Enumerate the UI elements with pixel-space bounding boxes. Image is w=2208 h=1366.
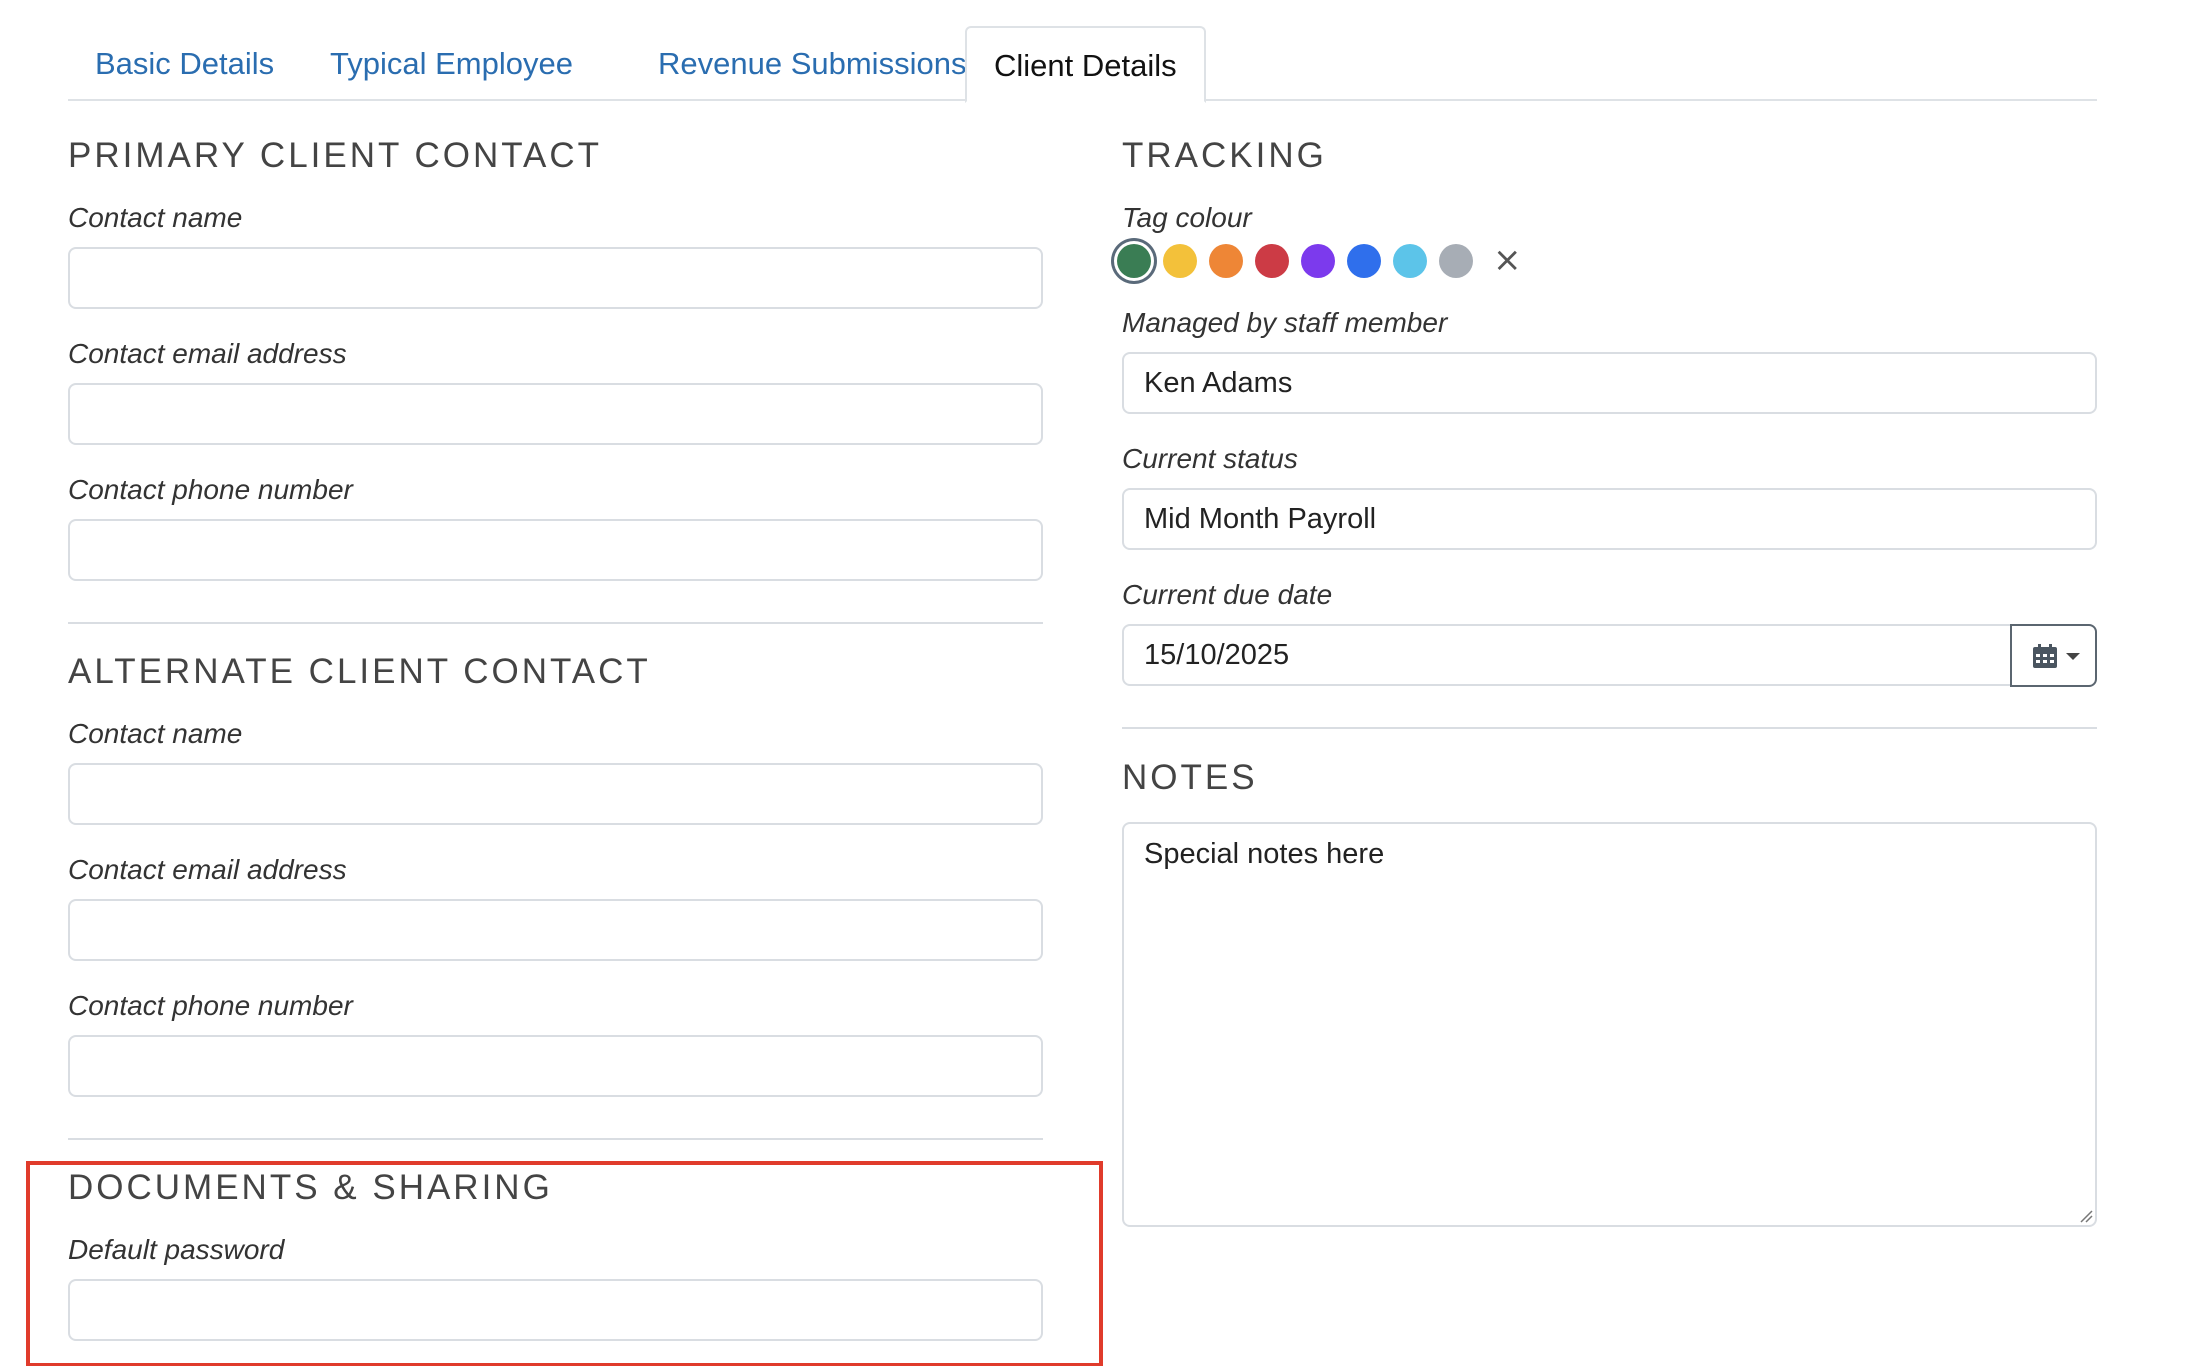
- current-status-input[interactable]: Mid Month Payroll: [1122, 488, 2097, 550]
- alternate-contact-name-input[interactable]: [68, 763, 1043, 825]
- tag-colour-label: Tag colour: [1122, 202, 1252, 233]
- primary-contact-email-input[interactable]: [68, 383, 1043, 445]
- alternate-contact-name-label: Contact name: [68, 718, 243, 749]
- primary-contact-phone-label: Contact phone number: [68, 474, 353, 505]
- primary-contact-email-label: Contact email address: [68, 338, 347, 369]
- alternate-contact-phone-label: Contact phone number: [68, 990, 353, 1021]
- due-date-label: Current due date: [1122, 579, 1333, 610]
- staff-member-label: Managed by staff member: [1122, 307, 1448, 338]
- date-picker-button[interactable]: [2010, 624, 2097, 687]
- tag-colour-swatch[interactable]: [1393, 244, 1427, 278]
- section-divider: [1122, 727, 2097, 729]
- resize-handle-icon[interactable]: [2079, 1209, 2093, 1223]
- primary-contact-phone-input[interactable]: [68, 519, 1043, 581]
- notes-text: Special notes here: [1144, 838, 1385, 870]
- tab-bar: Basic Details Typical Employee Revenue S…: [68, 26, 2097, 103]
- notes-textarea[interactable]: Special notes here: [1122, 822, 2097, 1227]
- tab-basic-details[interactable]: Basic Details: [68, 26, 301, 101]
- calendar-icon: [2033, 644, 2057, 668]
- tag-colour-swatch[interactable]: [1301, 244, 1335, 278]
- default-password-input[interactable]: [68, 1279, 1043, 1341]
- alternate-contact-email-input[interactable]: [68, 899, 1043, 961]
- current-status-label: Current status: [1122, 443, 1298, 474]
- tag-colour-swatch[interactable]: [1439, 244, 1473, 278]
- alternate-contact-phone-input[interactable]: [68, 1035, 1043, 1097]
- section-divider: [68, 622, 1043, 624]
- primary-contact-title: PRIMARY CLIENT CONTACT: [68, 136, 603, 175]
- tag-colour-swatch[interactable]: [1117, 244, 1151, 278]
- tab-revenue-submissions[interactable]: Revenue Submissions: [631, 26, 993, 101]
- tab-typical-employee[interactable]: Typical Employee: [303, 26, 600, 101]
- clear-colour-icon[interactable]: ×: [1493, 240, 1522, 280]
- tab-client-details[interactable]: Client Details: [965, 26, 1206, 103]
- alternate-contact-title: ALTERNATE CLIENT CONTACT: [68, 652, 651, 691]
- tag-colour-swatch[interactable]: [1163, 244, 1197, 278]
- tracking-title: TRACKING: [1122, 136, 1327, 175]
- primary-contact-name-label: Contact name: [68, 202, 243, 233]
- chevron-down-icon: [2066, 653, 2080, 660]
- alternate-contact-email-label: Contact email address: [68, 854, 347, 885]
- primary-contact-name-input[interactable]: [68, 247, 1043, 309]
- documents-sharing-title: DOCUMENTS & SHARING: [68, 1168, 553, 1207]
- tag-colour-swatch[interactable]: [1209, 244, 1243, 278]
- tag-colour-swatch[interactable]: [1347, 244, 1381, 278]
- tag-colour-swatch[interactable]: [1255, 244, 1289, 278]
- notes-title: NOTES: [1122, 758, 1258, 797]
- staff-member-input[interactable]: Ken Adams: [1122, 352, 2097, 414]
- due-date-input[interactable]: 15/10/2025: [1122, 624, 2012, 686]
- default-password-label: Default password: [68, 1234, 285, 1265]
- section-divider: [68, 1138, 1043, 1140]
